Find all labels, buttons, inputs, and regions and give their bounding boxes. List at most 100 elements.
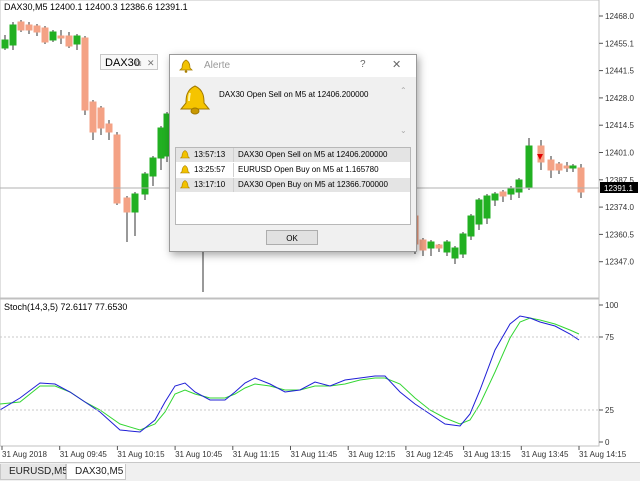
candle-body: [81, 37, 89, 111]
bell-icon: [180, 180, 190, 189]
large-bell-icon: [179, 85, 211, 115]
candle-body: [569, 165, 577, 169]
tab-dax30[interactable]: DAX30,M5: [66, 464, 126, 480]
bell-icon: [179, 59, 193, 73]
column-separator: [233, 148, 234, 162]
candle-body: [1, 39, 9, 49]
message-area: DAX30 Open Sell on M5 at 12406.200000 ⌃ …: [175, 82, 409, 142]
price-tick-label: 12347.0: [605, 258, 634, 267]
log-message: EURUSD Open Buy on M5 at 1.165780: [238, 165, 379, 174]
candle-body: [123, 197, 131, 213]
log-message: DAX30 Open Buy on M5 at 12366.700000: [238, 180, 388, 189]
chart-header: DAX30,M5 12400.1 12400.3 12386.6 12391.1: [4, 2, 188, 12]
close-button[interactable]: ✕: [392, 58, 401, 71]
candle-body: [65, 35, 73, 47]
chart-tabbar: EURUSD,M5 DAX30,M5: [0, 462, 640, 481]
candle-body: [9, 24, 17, 46]
bell-icon: [180, 150, 190, 159]
candle-body: [475, 199, 483, 225]
price-tick-label: 12455.1: [605, 39, 634, 48]
candle-body: [17, 21, 25, 31]
log-time: 13:17:10: [194, 180, 226, 189]
list-item[interactable]: 13:57:13 DAX30 Open Sell on M5 at 12406.…: [176, 148, 410, 162]
close-icon[interactable]: ✕: [147, 55, 155, 71]
alert-log-list: 13:57:13 DAX30 Open Sell on M5 at 12406.…: [175, 147, 411, 225]
candle-body: [467, 215, 475, 237]
time-tick-label: 31 Aug 10:45: [175, 450, 223, 459]
log-message: DAX30 Open Sell on M5 at 12406.200000: [238, 150, 388, 159]
scroll-down-icon[interactable]: ⌄: [400, 126, 407, 135]
dialog-title: Alerte: [204, 60, 231, 71]
price-tick-label: 12468.0: [605, 12, 634, 21]
candle-body: [507, 187, 515, 195]
log-time: 13:25:57: [194, 165, 226, 174]
alert-dialog: Alerte ? ✕ DAX30 Open Sell on M5 at 1240…: [169, 54, 417, 252]
stoch-level-label: 25: [605, 406, 614, 415]
candle-body: [419, 239, 427, 251]
scroll-up-icon[interactable]: ⌃: [400, 86, 407, 95]
candle-body: [451, 247, 459, 259]
candle-body: [157, 127, 165, 159]
price-tick-label: 12401.0: [605, 149, 634, 158]
candle-body: [131, 193, 139, 213]
candle-body: [41, 27, 49, 43]
candle-body: [491, 193, 499, 201]
candle-body: [427, 241, 435, 249]
dialog-titlebar: Alerte ? ✕: [170, 55, 416, 77]
candle-body: [547, 159, 555, 171]
candle-body: [89, 101, 97, 133]
price-tick-label: 12360.5: [605, 230, 634, 239]
message-scrollbar[interactable]: ⌃ ⌄: [399, 86, 409, 138]
candle-body: [555, 163, 563, 171]
price-tick-label: 12414.5: [605, 121, 634, 130]
stoch-pane[interactable]: [0, 298, 600, 447]
list-item[interactable]: 13:17:10 DAX30 Open Buy on M5 at 12366.7…: [176, 178, 410, 192]
stoch-header: Stoch(14,3,5) 72.6117 77.6530: [4, 302, 128, 312]
candle-body: [149, 157, 157, 177]
stoch-level-label: 75: [605, 333, 614, 342]
column-separator: [233, 178, 234, 192]
candle-body: [443, 241, 451, 253]
time-tick-label: 31 Aug 12:15: [348, 450, 396, 459]
candle-body: [483, 195, 491, 219]
log-time: 13:57:13: [194, 150, 226, 159]
time-tick-label: 31 Aug 2018: [2, 450, 47, 459]
list-item[interactable]: 13:25:57 EURUSD Open Buy on M5 at 1.1657…: [176, 163, 410, 177]
bell-icon: [180, 165, 190, 174]
price-tick-label: 12374.0: [605, 203, 634, 212]
stoch-level-label: 100: [605, 301, 619, 310]
candle-body: [499, 191, 507, 197]
column-separator: [233, 163, 234, 177]
candle-body: [25, 24, 33, 31]
help-button[interactable]: ?: [360, 59, 366, 70]
time-tick-label: 31 Aug 11:45: [291, 450, 338, 459]
price-tick-label: 12428.0: [605, 94, 634, 103]
time-tick-label: 31 Aug 13:45: [521, 450, 569, 459]
candle-body: [57, 35, 65, 39]
time-tick-label: 31 Aug 13:15: [464, 450, 512, 459]
candle-body: [105, 123, 113, 133]
price-tick-label: 12441.5: [605, 67, 634, 76]
candle-body: [33, 25, 41, 33]
time-tick-label: 31 Aug 14:15: [579, 450, 627, 459]
candle-body: [525, 145, 533, 189]
candle-body: [97, 107, 105, 129]
object-label[interactable]: DAX30 ⧉ ✕: [100, 54, 158, 70]
time-tick-label: 31 Aug 10:15: [117, 450, 165, 459]
candle-body: [435, 244, 443, 249]
candle-body: [563, 165, 571, 169]
tab-eurusd[interactable]: EURUSD,M5: [0, 464, 68, 480]
candle-body: [141, 173, 149, 195]
ok-button[interactable]: OK: [266, 230, 318, 245]
candle-body: [459, 233, 467, 255]
stoch-level-label: 0: [605, 438, 610, 447]
time-tick-label: 31 Aug 11:15: [233, 450, 280, 459]
candle-body: [73, 35, 81, 45]
current-price-label: 12391.1: [604, 184, 633, 193]
candle-body: [49, 31, 57, 41]
candle-body: [113, 134, 121, 204]
candle-body: [515, 179, 523, 193]
alert-message: DAX30 Open Sell on M5 at 12406.200000: [219, 90, 369, 99]
restore-icon[interactable]: ⧉: [135, 55, 141, 71]
time-tick-label: 31 Aug 09:45: [60, 450, 108, 459]
